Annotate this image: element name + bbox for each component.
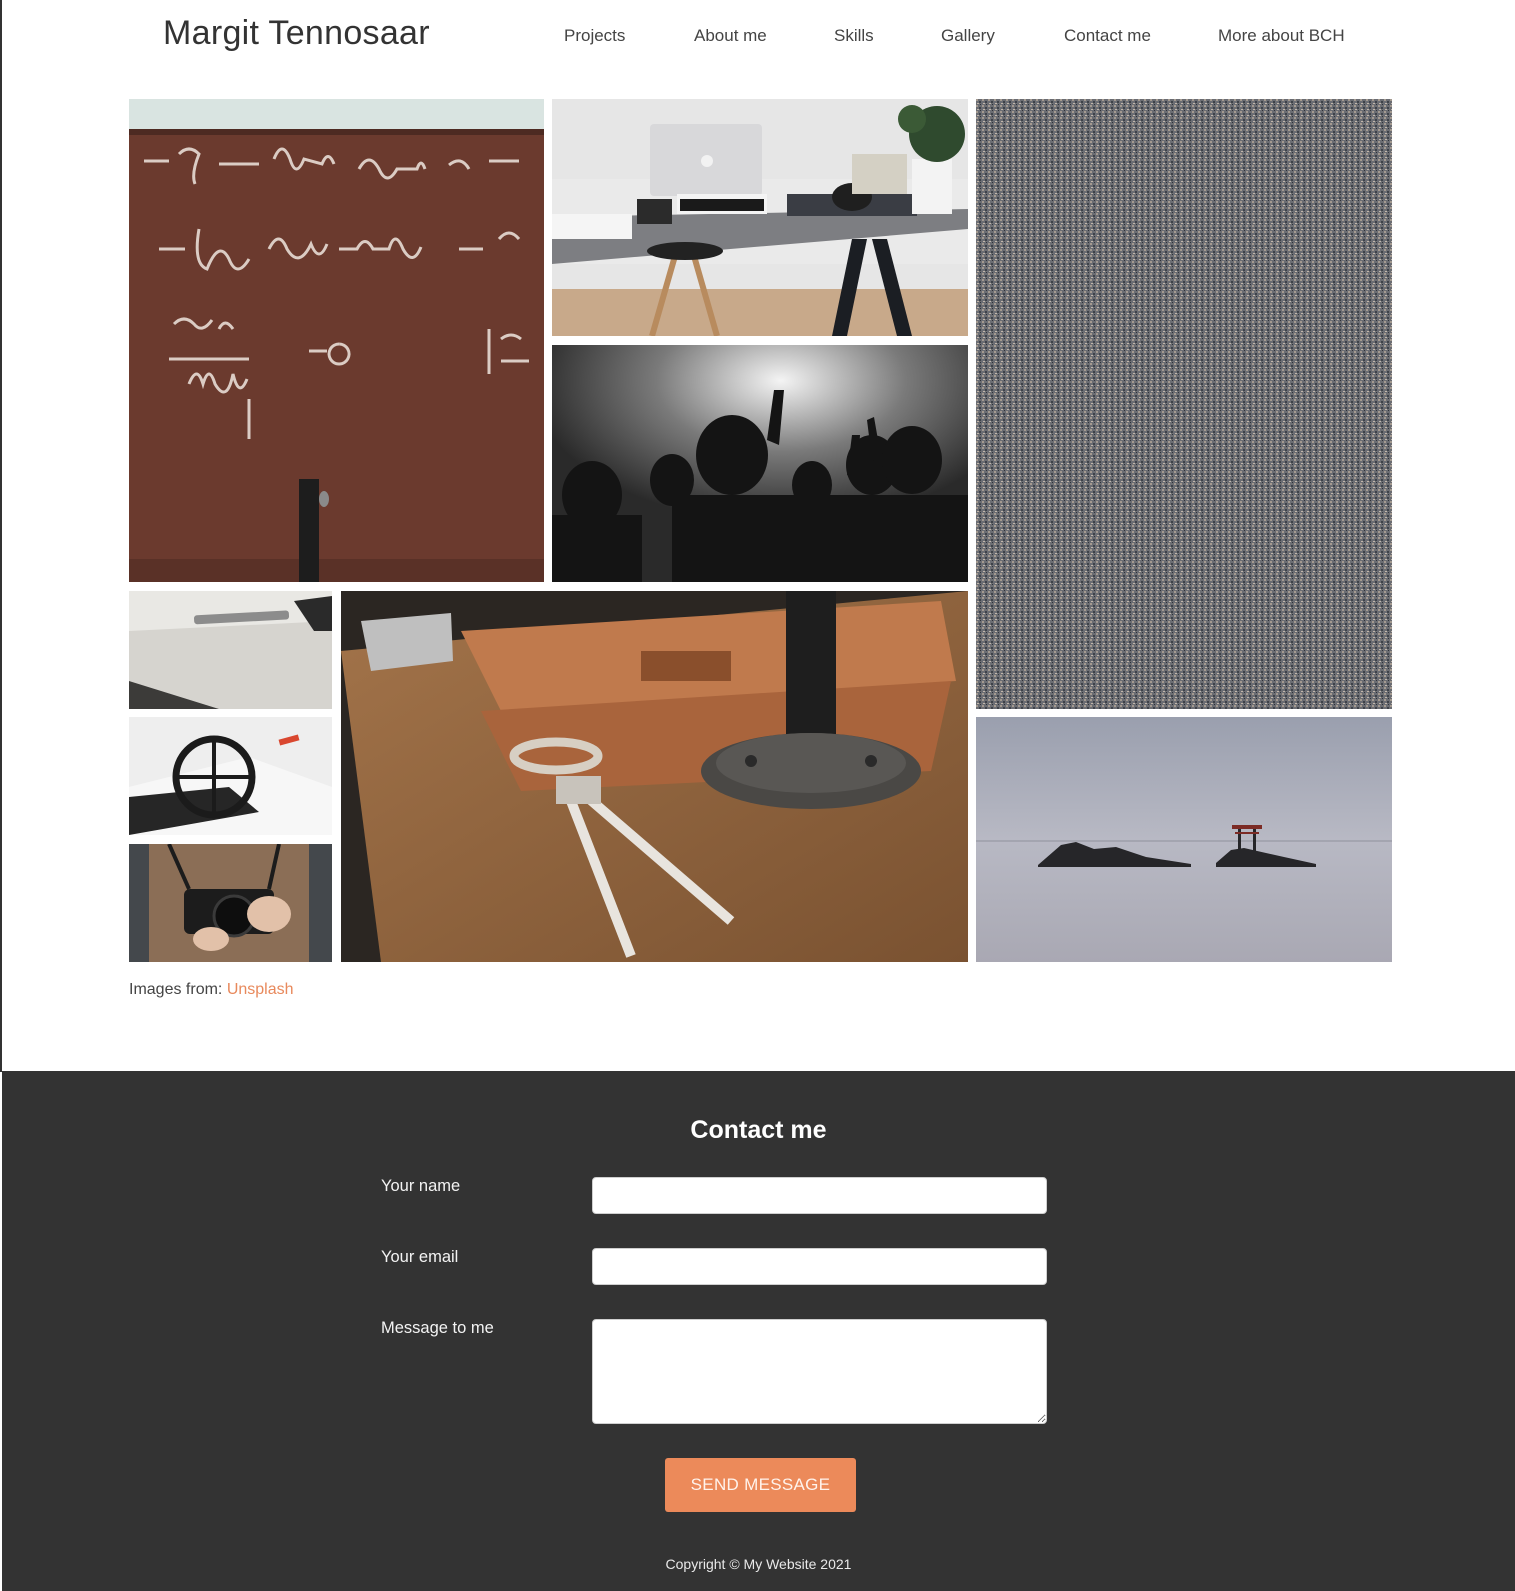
contact-title: Contact me: [690, 1116, 827, 1144]
gallery-image-compass-on-wood[interactable]: [341, 591, 968, 962]
name-label: Your name: [381, 1177, 461, 1195]
gallery-image-phone-on-desk[interactable]: [129, 591, 332, 709]
main-nav: Projects About me Skills Gallery Contact…: [0, 26, 1515, 50]
name-field[interactable]: [592, 1177, 1047, 1214]
gallery-image-vintage-car[interactable]: [129, 717, 332, 835]
send-message-button[interactable]: SEND MESSAGE: [665, 1458, 856, 1512]
nav-projects[interactable]: Projects: [564, 26, 625, 46]
copyright-text: Copyright © My Website 2021: [665, 1556, 852, 1572]
left-edge-border: [0, 0, 2, 1072]
gallery-image-concert-crowd[interactable]: [552, 345, 968, 582]
email-field[interactable]: [592, 1248, 1047, 1285]
nav-about-me[interactable]: About me: [694, 26, 767, 46]
message-label: Message to me: [381, 1319, 494, 1337]
image-credit: Images from: Unsplash: [129, 981, 294, 999]
message-field[interactable]: [592, 1319, 1047, 1424]
gallery-image-desk[interactable]: [552, 99, 968, 336]
nav-contact-me[interactable]: Contact me: [1064, 26, 1151, 46]
credit-prefix: Images from:: [129, 981, 227, 998]
email-label: Your email: [381, 1248, 459, 1266]
site-header: Margit Tennosaar Projects About me Skill…: [0, 0, 1515, 72]
nav-skills[interactable]: Skills: [834, 26, 874, 46]
gallery-image-chalkboard[interactable]: [129, 99, 544, 582]
gallery-image-sea-torii[interactable]: [976, 717, 1392, 962]
contact-section: Contact me Your name Your email Message …: [2, 1071, 1515, 1591]
nav-more-about-bch[interactable]: More about BCH: [1218, 26, 1345, 46]
unsplash-link[interactable]: Unsplash: [227, 981, 294, 998]
nav-gallery[interactable]: Gallery: [941, 26, 995, 46]
gallery-image-gravel-texture[interactable]: [976, 99, 1392, 709]
gallery-image-camera-hands[interactable]: [129, 844, 332, 962]
